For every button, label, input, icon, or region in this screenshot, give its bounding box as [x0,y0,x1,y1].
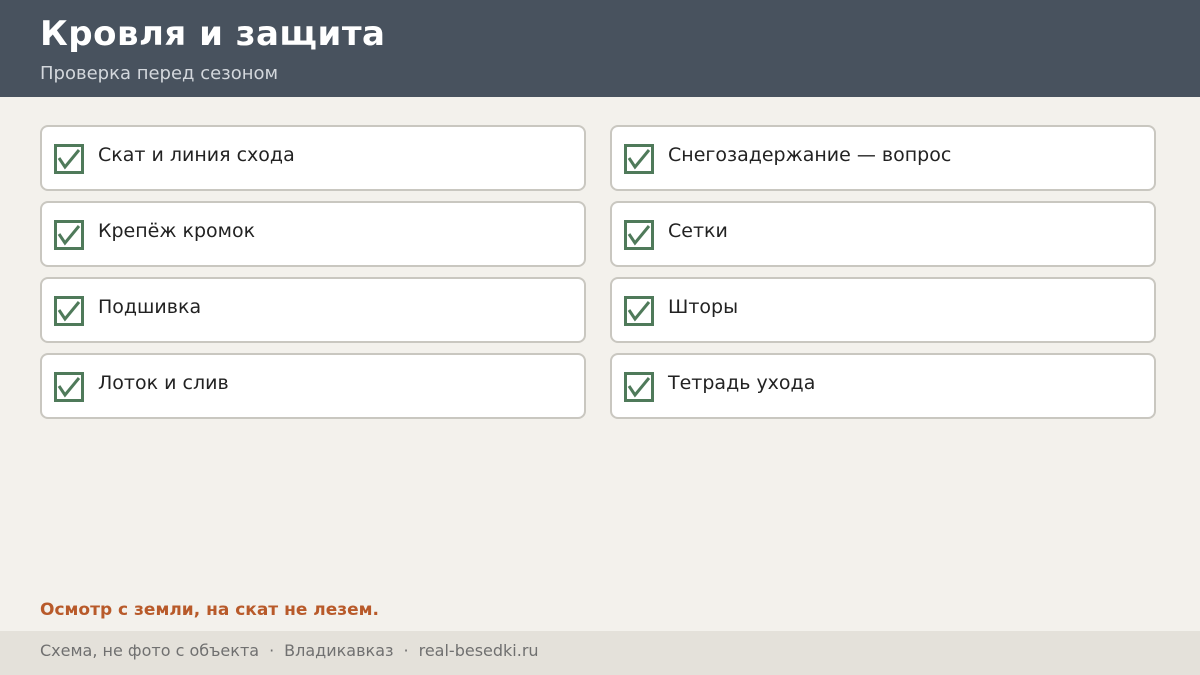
checklist-item-label: Подшивка [98,296,202,318]
checklist-item-label: Сетки [668,220,728,242]
page-subtitle: Проверка перед сезоном [40,63,279,84]
checkbox-checked-icon[interactable] [624,372,654,402]
page-title: Кровля и защита [40,14,386,54]
checklist-item-curtains[interactable]: Шторы [610,277,1156,343]
footer-text: Схема, не фото с объекта · Владикавказ · rea… [40,641,539,660]
checklist-item-label: Скат и линия схода [98,144,295,166]
checklist-item-label: Лоток и слив [98,372,229,394]
footer-city: Владикавказ [284,641,394,660]
checklist-item-label: Снегозадержание — вопрос [668,144,952,166]
checklist-item-soffit[interactable]: Подшивка [40,277,586,343]
checkbox-checked-icon[interactable] [624,144,654,174]
checklist-item-label: Крепёж кромок [98,220,256,242]
checklist-item-snow-guard[interactable]: Снегозадержание — вопрос [610,125,1156,191]
footer-note: Схема, не фото с объекта [40,641,260,660]
checkbox-checked-icon[interactable] [54,144,84,174]
safety-warning: Осмотр с земли, на скат не лезем. [40,600,380,620]
checklist-item-label: Шторы [668,296,739,318]
checklist-item-gutter[interactable]: Лоток и слив [40,353,586,419]
checkbox-checked-icon[interactable] [624,220,654,250]
checklist: Скат и линия схода Снегозадержание — воп… [40,125,1156,419]
checklist-item-nets[interactable]: Сетки [610,201,1156,267]
checklist-item-edge-fasteners[interactable]: Крепёж кромок [40,201,586,267]
checklist-item-roof-slope[interactable]: Скат и линия схода [40,125,586,191]
footer-site-link[interactable]: real-besedki.ru [419,641,539,660]
checkbox-checked-icon[interactable] [624,296,654,326]
footer: Схема, не фото с объекта · Владикавказ · rea… [0,631,1200,675]
footer-separator: · [403,641,409,660]
header: Кровля и защита Проверка перед сезоном [0,0,1200,97]
checkbox-checked-icon[interactable] [54,220,84,250]
checklist-item-label: Тетрадь ухода [668,372,816,394]
checkbox-checked-icon[interactable] [54,296,84,326]
footer-separator: · [269,641,275,660]
checklist-item-care-log[interactable]: Тетрадь ухода [610,353,1156,419]
checkbox-checked-icon[interactable] [54,372,84,402]
